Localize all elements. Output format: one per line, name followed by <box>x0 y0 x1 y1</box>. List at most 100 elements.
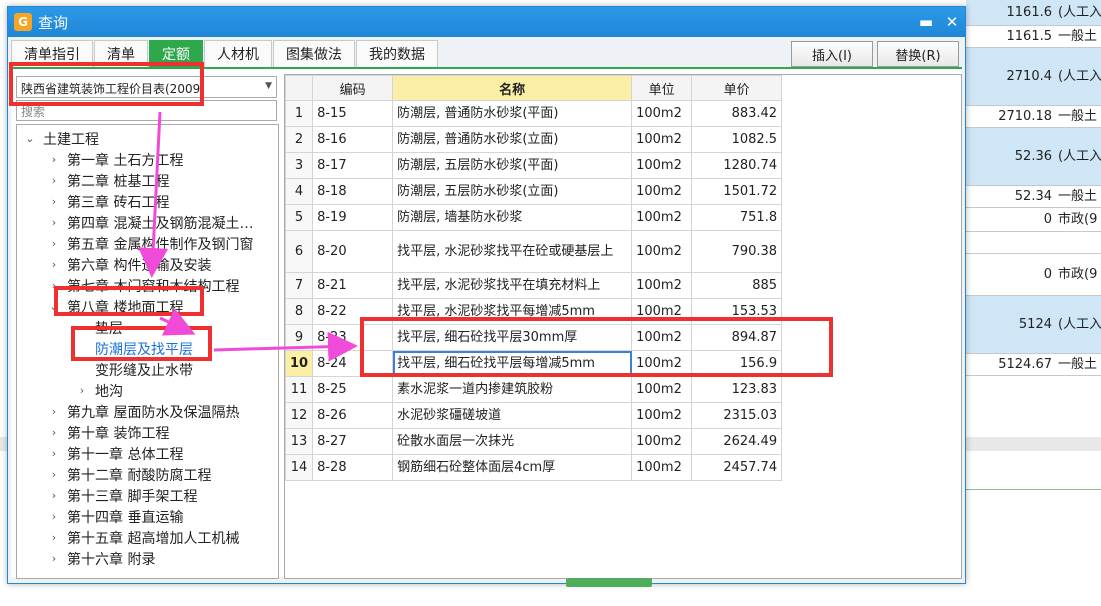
cell-idx[interactable]: 12 <box>284 402 314 429</box>
chevron-right-icon[interactable]: › <box>47 279 61 292</box>
tree-item[interactable]: › 第十一章 总体工程 <box>47 443 184 464</box>
tab-0[interactable]: 清单指引 <box>11 40 93 67</box>
chevron-right-icon[interactable]: › <box>47 426 61 439</box>
resize-grip[interactable] <box>566 578 652 587</box>
cell-price[interactable]: 153.53 <box>691 298 783 325</box>
col-header-price[interactable]: 单价 <box>691 75 783 101</box>
cell-name[interactable]: 防潮层, 墙基防水砂浆 <box>392 204 633 231</box>
cell-unit[interactable]: 100m2 <box>631 152 693 179</box>
tree-item[interactable]: › 第四章 混凝土及钢筋混凝土… <box>47 212 254 233</box>
cell-name[interactable]: 钢筋细石砼整体面层4cm厚 <box>392 454 633 481</box>
table-row[interactable]: 9 8-23 找平层, 细石砼找平层30mm厚 100m2 894.87 <box>284 324 783 351</box>
tree-item[interactable]: › 第十三章 脚手架工程 <box>47 485 198 506</box>
table-row[interactable]: 4 8-18 防潮层, 五层防水砂浆(立面) 100m2 1501.72 <box>284 178 783 205</box>
cell-idx[interactable]: 1 <box>284 100 314 127</box>
cell-name[interactable]: 防潮层, 普通防水砂浆(平面) <box>392 100 633 127</box>
chevron-down-icon[interactable]: ⌄ <box>47 300 61 313</box>
chevron-right-icon[interactable]: › <box>47 216 61 229</box>
cell-price[interactable]: 883.42 <box>691 100 783 127</box>
cell-idx[interactable]: 13 <box>284 428 314 455</box>
tree-item[interactable]: › 地沟 <box>75 380 123 401</box>
table-row[interactable]: 12 8-26 水泥砂浆礓磋坡道 100m2 2315.03 <box>284 402 783 429</box>
insert-button[interactable]: 插入(I) <box>791 41 873 67</box>
table-row[interactable]: 1 8-15 防潮层, 普通防水砂浆(平面) 100m2 883.42 <box>284 100 783 127</box>
cell-code[interactable]: 8-17 <box>312 152 394 179</box>
chevron-right-icon[interactable]: › <box>47 174 61 187</box>
col-header-unit[interactable]: 单位 <box>631 75 693 101</box>
cell-code[interactable]: 8-26 <box>312 402 394 429</box>
table-row[interactable]: 7 8-21 找平层, 水泥砂浆找平在填充材料上 100m2 885 <box>284 272 783 299</box>
cell-unit[interactable]: 100m2 <box>631 350 693 377</box>
cell-name[interactable]: 防潮层, 五层防水砂浆(平面) <box>392 152 633 179</box>
cell-name[interactable]: 水泥砂浆礓磋坡道 <box>392 402 633 429</box>
cell-price[interactable]: 1501.72 <box>691 178 783 205</box>
cell-idx[interactable]: 9 <box>284 324 314 351</box>
cell-code[interactable]: 8-23 <box>312 324 394 351</box>
tree-item[interactable]: › 第三章 砖石工程 <box>47 191 170 212</box>
cell-price[interactable]: 1280.74 <box>691 152 783 179</box>
chevron-right-icon[interactable]: › <box>47 237 61 250</box>
cell-price[interactable]: 156.9 <box>691 350 783 377</box>
cell-price[interactable]: 894.87 <box>691 324 783 351</box>
tab-2[interactable]: 定额 <box>149 40 203 67</box>
cell-idx[interactable]: 10 <box>284 350 314 377</box>
search-input[interactable]: 搜索 <box>16 100 277 121</box>
cell-name[interactable]: 砼散水面层一次抹光 <box>392 428 633 455</box>
table-row[interactable]: 13 8-27 砼散水面层一次抹光 100m2 2624.49 <box>284 428 783 455</box>
chevron-right-icon[interactable]: › <box>47 531 61 544</box>
tree-item[interactable]: › 第十章 装饰工程 <box>47 422 170 443</box>
table-row[interactable]: 10 8-24 找平层, 细石砼找平层每增减5mm 100m2 156.9 <box>284 350 783 377</box>
chevron-down-icon[interactable]: ⌄ <box>23 132 37 145</box>
cell-code[interactable]: 8-16 <box>312 126 394 153</box>
cell-code[interactable]: 8-18 <box>312 178 394 205</box>
cell-code[interactable]: 8-21 <box>312 272 394 299</box>
cell-price[interactable]: 2315.03 <box>691 402 783 429</box>
tree-item[interactable]: › 第二章 桩基工程 <box>47 170 170 191</box>
col-header-code[interactable]: 编码 <box>312 75 394 101</box>
tree-item[interactable]: 垫层 <box>75 317 123 338</box>
cell-code[interactable]: 8-24 <box>312 350 394 377</box>
tree-item[interactable]: › 第十五章 超高增加人工机械 <box>47 527 240 548</box>
cell-name[interactable]: 找平层, 水泥砂浆找平每增减5mm <box>392 298 633 325</box>
cell-code[interactable]: 8-25 <box>312 376 394 403</box>
chevron-right-icon[interactable]: › <box>47 489 61 502</box>
cell-unit[interactable]: 100m2 <box>631 402 693 429</box>
cell-idx[interactable]: 6 <box>284 230 314 273</box>
cell-price[interactable]: 751.8 <box>691 204 783 231</box>
cell-unit[interactable]: 100m2 <box>631 230 693 273</box>
cell-idx[interactable]: 5 <box>284 204 314 231</box>
table-row[interactable]: 6 8-20 找平层, 水泥砂浆找平在砼或硬基层上 100m2 790.38 <box>284 230 783 273</box>
chevron-right-icon[interactable]: › <box>47 510 61 523</box>
minimize-button[interactable]: ▬ <box>913 9 939 35</box>
cell-idx[interactable]: 7 <box>284 272 314 299</box>
tree-item[interactable]: › 第九章 屋面防水及保温隔热 <box>47 401 240 422</box>
cell-code[interactable]: 8-20 <box>312 230 394 273</box>
cell-unit[interactable]: 100m2 <box>631 126 693 153</box>
cell-unit[interactable]: 100m2 <box>631 100 693 127</box>
cell-price[interactable]: 123.83 <box>691 376 783 403</box>
cell-unit[interactable]: 100m2 <box>631 324 693 351</box>
chevron-right-icon[interactable]: › <box>47 468 61 481</box>
cell-name[interactable]: 找平层, 水泥砂浆找平在填充材料上 <box>392 272 633 299</box>
table-row[interactable]: 5 8-19 防潮层, 墙基防水砂浆 100m2 751.8 <box>284 204 783 231</box>
chevron-right-icon[interactable]: › <box>47 258 61 271</box>
cell-name[interactable]: 找平层, 细石砼找平层每增减5mm <box>392 350 633 377</box>
cell-unit[interactable]: 100m2 <box>631 428 693 455</box>
dialog-titlebar[interactable]: G 查询 ▬ ✕ <box>8 7 965 37</box>
close-button[interactable]: ✕ <box>939 9 965 35</box>
chevron-right-icon[interactable]: › <box>47 447 61 460</box>
cell-price[interactable]: 2457.74 <box>691 454 783 481</box>
chevron-right-icon[interactable]: › <box>47 552 61 565</box>
tree-item[interactable]: › 第七章 木门窗和木结构工程 <box>47 275 240 296</box>
table-row[interactable]: 8 8-22 找平层, 水泥砂浆找平每增减5mm 100m2 153.53 <box>284 298 783 325</box>
cell-code[interactable]: 8-27 <box>312 428 394 455</box>
tree-item[interactable]: ⌄ 第八章 楼地面工程 <box>47 296 183 317</box>
cell-idx[interactable]: 8 <box>284 298 314 325</box>
cell-name[interactable]: 素水泥浆一道内掺建筑胶粉 <box>392 376 633 403</box>
cell-name[interactable]: 找平层, 水泥砂浆找平在砼或硬基层上 <box>392 230 633 273</box>
chevron-right-icon[interactable]: › <box>47 405 61 418</box>
cell-code[interactable]: 8-28 <box>312 454 394 481</box>
cell-unit[interactable]: 100m2 <box>631 178 693 205</box>
table-row[interactable]: 2 8-16 防潮层, 普通防水砂浆(立面) 100m2 1082.5 <box>284 126 783 153</box>
cell-price[interactable]: 790.38 <box>691 230 783 273</box>
